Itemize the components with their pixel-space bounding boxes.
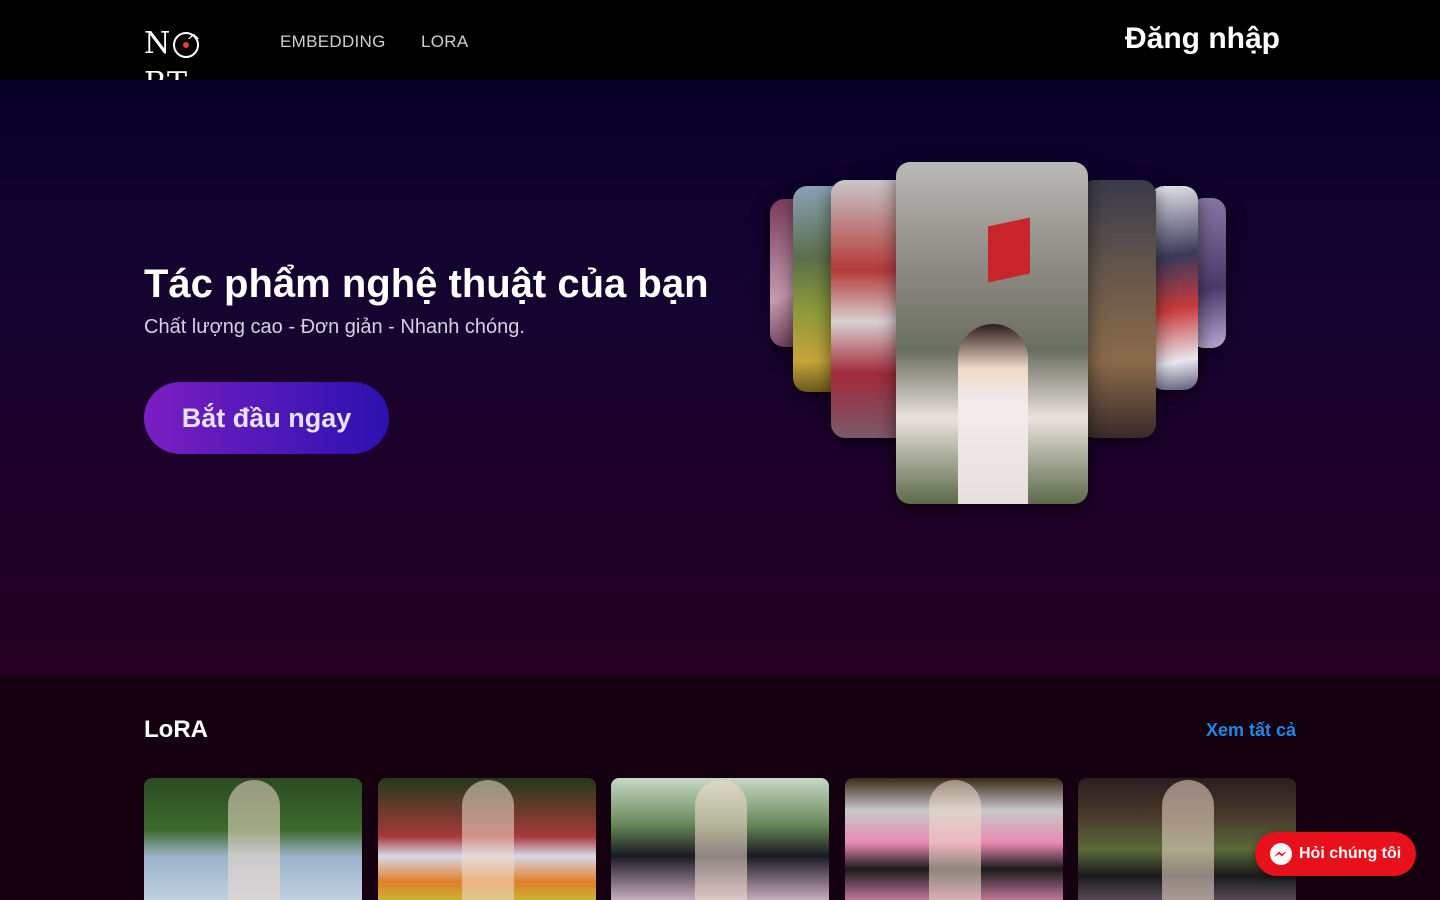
hero-title: Tác phẩm nghệ thuật của bạn — [144, 262, 709, 306]
carousel-image-6[interactable] — [1150, 186, 1198, 390]
site-logo[interactable]: NRT ^ — [144, 24, 240, 101]
thumb-figure — [228, 780, 280, 900]
start-now-button[interactable]: Bắt đầu ngay — [144, 382, 389, 454]
flag-shape — [988, 217, 1030, 283]
lora-card[interactable] — [144, 778, 362, 900]
lora-card[interactable] — [378, 778, 596, 900]
nav-embedding[interactable]: EMBEDDING — [280, 32, 386, 52]
ask-us-chat-button[interactable]: Hỏi chúng tôi — [1255, 832, 1416, 876]
carousel-image-featured[interactable] — [896, 162, 1088, 504]
login-button[interactable]: Đăng nhập — [1125, 22, 1280, 56]
hero-subtitle: Chất lượng cao - Đơn giản - Nhanh chóng. — [144, 316, 525, 338]
top-navbar: NRT ^ EMBEDDING LORA Đăng nhập — [0, 0, 1440, 101]
nav-lora[interactable]: LORA — [421, 32, 469, 52]
messenger-icon — [1270, 843, 1292, 865]
lora-card[interactable] — [845, 778, 1063, 900]
see-all-link[interactable]: Xem tất cả — [1206, 720, 1296, 741]
portrait-figure — [958, 324, 1028, 504]
lora-section: LoRA Xem tất cả — [0, 676, 1440, 900]
thumb-figure — [695, 780, 747, 900]
lora-card[interactable] — [611, 778, 829, 900]
logo-hat-mark: ^ — [186, 31, 203, 52]
section-title: LoRA — [144, 716, 208, 743]
carousel-image-5[interactable] — [1080, 180, 1156, 438]
chat-button-label: Hỏi chúng tôi — [1299, 845, 1402, 862]
thumb-figure — [929, 780, 981, 900]
hero-section: Tác phẩm nghệ thuật của bạn Chất lượng c… — [0, 80, 1440, 676]
thumb-figure — [462, 780, 514, 900]
thumb-figure — [1162, 780, 1214, 900]
